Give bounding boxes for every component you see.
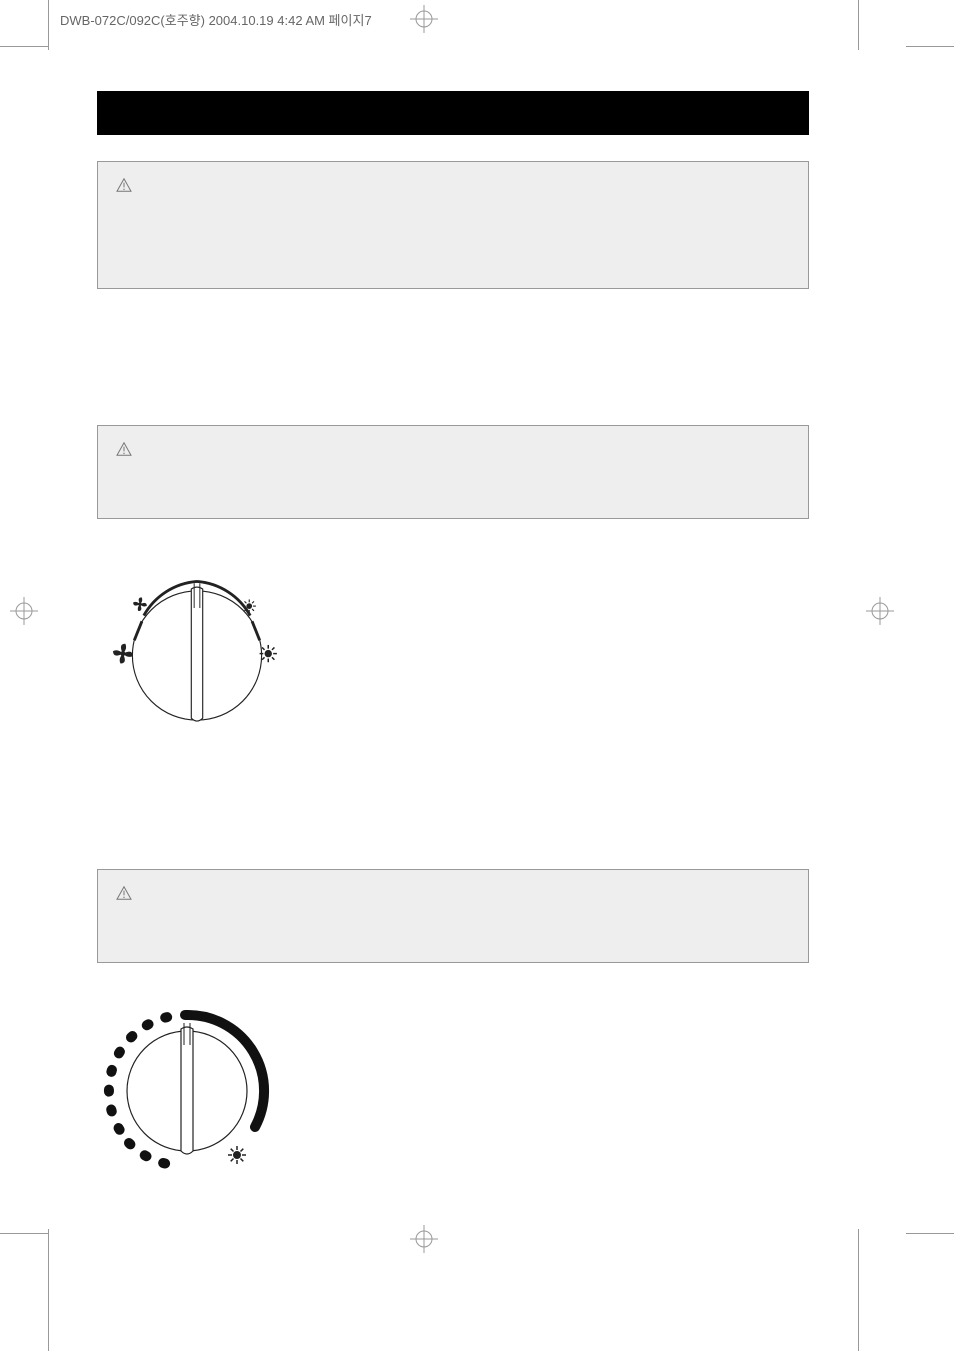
sun-icon: [243, 599, 256, 612]
mode-selector-dial: [97, 551, 297, 741]
warning-triangle-icon: [116, 442, 132, 456]
crop-mark: [48, 1229, 49, 1351]
crop-mark: [858, 0, 859, 50]
thermostat-dial: [87, 987, 287, 1187]
warning-triangle-icon: [116, 886, 132, 900]
warning-triangle-icon: [116, 178, 132, 192]
sun-icon: [260, 645, 277, 662]
registration-mark-icon: [410, 1225, 438, 1253]
crop-mark: [0, 1233, 48, 1234]
registration-mark-icon: [866, 597, 894, 625]
crop-mark: [906, 46, 954, 47]
fan-icon: [113, 644, 133, 664]
fan-icon: [133, 597, 147, 611]
section-title-bar: [97, 91, 809, 135]
sun-icon: [228, 1146, 246, 1164]
crop-mark: [906, 1233, 954, 1234]
registration-mark-icon: [410, 5, 438, 33]
caution-box: [97, 425, 809, 519]
crop-mark: [48, 0, 49, 50]
caution-box: [97, 869, 809, 963]
page-header-text: DWB-072C/092C(호주향) 2004.10.19 4:42 AM 페이…: [60, 10, 372, 29]
caution-box: [97, 161, 809, 289]
crop-mark: [858, 1229, 859, 1351]
page-content: [97, 91, 809, 1187]
registration-mark-icon: [10, 597, 38, 625]
crop-mark: [0, 46, 48, 47]
